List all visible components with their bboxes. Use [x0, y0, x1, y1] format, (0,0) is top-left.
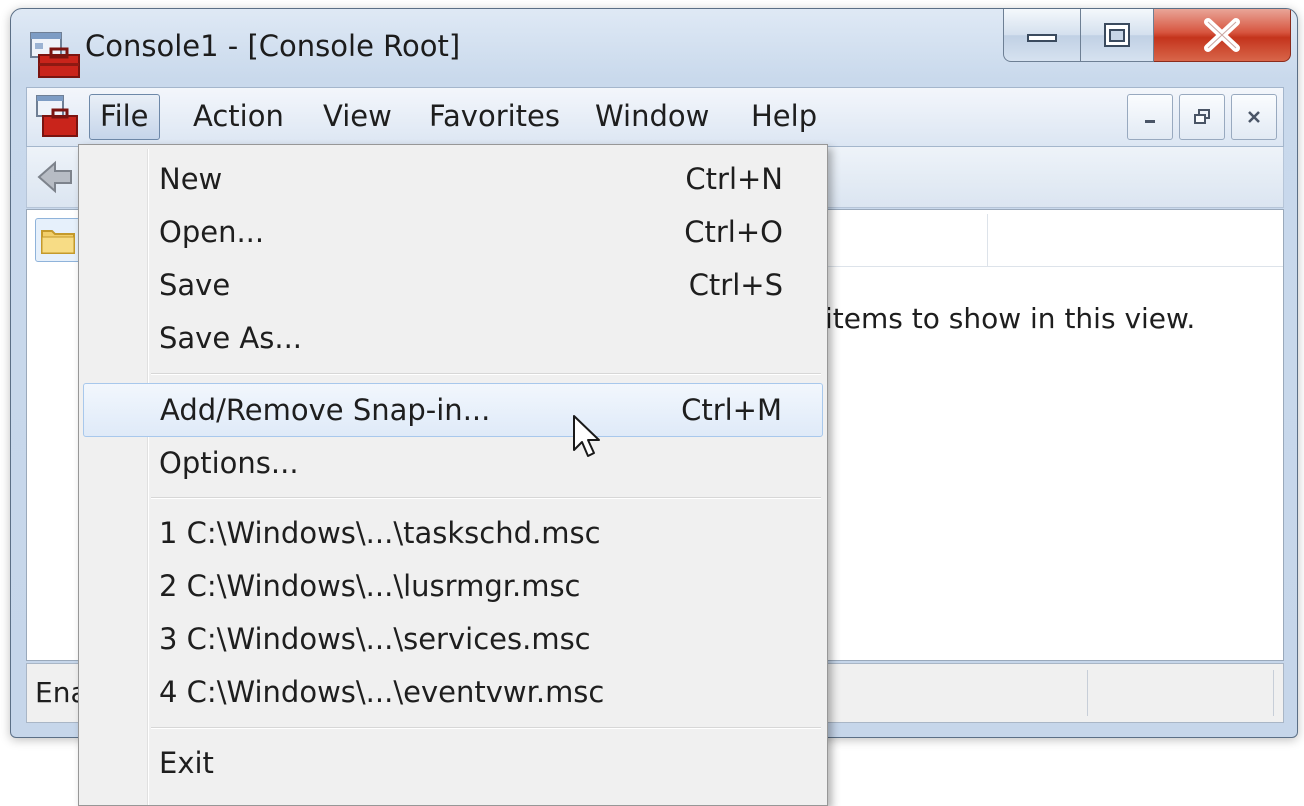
menu-item-recent-4[interactable]: 4 C:\Windows\...\eventvwr.msc [83, 666, 823, 718]
maximize-icon [1104, 23, 1130, 47]
menu-item-shortcut: Ctrl+S [688, 268, 783, 302]
caption-buttons [1003, 9, 1291, 63]
menu-view[interactable]: View [313, 94, 402, 138]
file-menu-dropdown: New Ctrl+N Open... Ctrl+O Save Ctrl+S Sa… [78, 144, 828, 806]
menu-item-label: 2 C:\Windows\...\lusrmgr.msc [159, 569, 581, 603]
window-title: Console1 - [Console Root] [85, 29, 461, 63]
menu-item-label: 4 C:\Windows\...\eventvwr.msc [159, 675, 605, 709]
menu-item-label: Save As... [159, 321, 303, 355]
menu-item-options[interactable]: Options... [83, 437, 823, 489]
empty-list-message: items to show in this view. [825, 302, 1196, 335]
menu-item-label: 3 C:\Windows\...\services.msc [159, 622, 591, 656]
menu-item-add-remove-snap-in[interactable]: Add/Remove Snap-in... Ctrl+M [83, 383, 823, 437]
close-icon [1204, 18, 1240, 52]
menu-item-save[interactable]: Save Ctrl+S [83, 259, 823, 311]
minimize-icon [1027, 34, 1057, 42]
menu-item-open[interactable]: Open... Ctrl+O [83, 206, 823, 258]
console-root-tree-item[interactable] [35, 218, 81, 262]
menu-separator [151, 727, 821, 729]
menu-item-label: Exit [159, 746, 214, 780]
close-icon [1248, 111, 1260, 123]
mouse-pointer-icon [573, 415, 600, 457]
minimize-button[interactable] [1003, 9, 1081, 62]
mmc-toolbox-icon[interactable] [35, 94, 81, 140]
menu-action[interactable]: Action [183, 94, 294, 138]
menu-item-recent-2[interactable]: 2 C:\Windows\...\lusrmgr.msc [83, 560, 823, 612]
mdi-close-button[interactable] [1231, 94, 1277, 140]
menu-item-shortcut: Ctrl+O [684, 215, 783, 249]
menu-item-exit[interactable]: Exit [83, 737, 823, 789]
title-bar[interactable]: Console1 - [Console Root] [11, 9, 1297, 81]
menu-help[interactable]: Help [741, 94, 827, 138]
mdi-caption-buttons [1127, 94, 1277, 140]
menu-item-save-as[interactable]: Save As... [83, 312, 823, 364]
back-arrow-icon[interactable] [35, 157, 75, 197]
folder-icon [41, 230, 75, 254]
menu-item-label: Save [159, 268, 231, 302]
menu-item-shortcut: Ctrl+M [681, 393, 782, 427]
menu-item-label: New [159, 162, 223, 196]
menu-file[interactable]: File [89, 94, 160, 140]
menu-item-label: 1 C:\Windows\...\taskschd.msc [159, 516, 601, 550]
menu-favorites[interactable]: Favorites [419, 94, 570, 138]
status-separator [1087, 670, 1088, 716]
menu-item-label: Add/Remove Snap-in... [160, 393, 491, 427]
mdi-minimize-button[interactable] [1127, 94, 1173, 140]
close-button[interactable] [1154, 9, 1291, 62]
minimize-icon [1145, 120, 1155, 123]
list-column-header[interactable] [787, 214, 1283, 267]
menu-item-new[interactable]: New Ctrl+N [83, 153, 823, 205]
menu-window[interactable]: Window [585, 94, 719, 138]
status-separator [1273, 670, 1274, 716]
column-divider[interactable] [987, 214, 988, 266]
menu-item-label: Options... [159, 446, 299, 480]
mdi-restore-button[interactable] [1179, 94, 1225, 140]
menu-separator [151, 373, 821, 375]
mmc-toolbox-icon [30, 32, 80, 78]
menu-item-recent-3[interactable]: 3 C:\Windows\...\services.msc [83, 613, 823, 665]
menu-item-shortcut: Ctrl+N [685, 162, 783, 196]
restore-icon [1194, 109, 1210, 124]
menu-separator [151, 497, 821, 499]
menu-item-recent-1[interactable]: 1 C:\Windows\...\taskschd.msc [83, 507, 823, 559]
maximize-button[interactable] [1081, 9, 1154, 62]
menu-bar: File Action View Favorites Window Help [26, 87, 1284, 147]
menu-item-label: Open... [159, 215, 265, 249]
